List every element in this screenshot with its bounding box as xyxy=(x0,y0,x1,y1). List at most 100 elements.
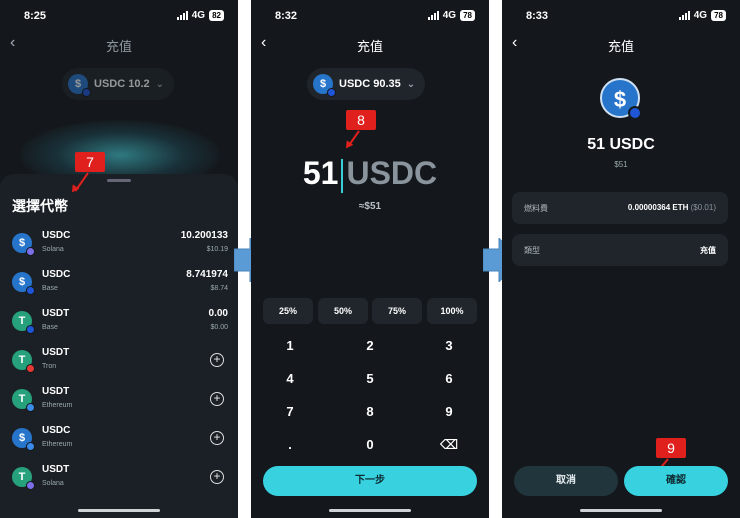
status-bar: 8:33 4G 78 xyxy=(502,8,740,24)
keypad-key-dot[interactable]: . xyxy=(260,437,320,452)
usdt-solana-icon: T xyxy=(12,467,35,490)
usdc-large-icon: $ xyxy=(600,78,642,120)
token-row[interactable]: T USDT Base 0.00 $0.00 xyxy=(12,306,228,340)
token-symbol: USDT xyxy=(42,386,70,397)
fee-label: 燃料費 xyxy=(524,204,548,213)
nav-bar: ‹ 充值 xyxy=(251,32,489,56)
add-token-icon[interactable]: + xyxy=(210,392,224,406)
token-balance: 8.741974 xyxy=(186,269,228,280)
token-network: Ethereum xyxy=(42,441,73,448)
keypad-key-6[interactable]: 6 xyxy=(419,371,479,386)
status-time: 8:33 xyxy=(526,10,549,22)
usdt-tron-icon: T xyxy=(12,350,35,373)
next-button[interactable]: 下一步 xyxy=(263,466,477,496)
keypad-key-5[interactable]: 5 xyxy=(340,371,400,386)
keypad-key-8[interactable]: 8 xyxy=(340,404,400,419)
token-row[interactable]: $ USDC Ethereum + xyxy=(12,423,228,457)
status-bar: 8:25 4G 82 xyxy=(0,8,238,24)
token-selector-pill[interactable]: $ USDC 10.2 ⌄ xyxy=(62,68,175,100)
token-selector-label: USDC 10.2 xyxy=(94,78,150,90)
percent-50-button[interactable]: 50% xyxy=(318,298,368,324)
tutorial-canvas: 8:25 4G 82 ‹ 充值 $ USDC 10.2 ⌄ 選擇代幣 $ USD… xyxy=(0,0,740,518)
token-row[interactable]: T USDT Ethereum + xyxy=(12,384,228,418)
confirm-fiat: $51 xyxy=(614,160,628,169)
type-label: 類型 xyxy=(524,246,540,255)
percent-75-button[interactable]: 75% xyxy=(372,298,422,324)
token-selector-label: USDC 90.35 xyxy=(339,78,401,90)
token-symbol: USDT xyxy=(42,308,70,319)
token-selector-pill[interactable]: $ USDC 90.35 ⌄ xyxy=(307,68,426,100)
keypad-key-4[interactable]: 4 xyxy=(260,371,320,386)
usdt-base-icon: T xyxy=(12,311,35,334)
percent-25-button[interactable]: 25% xyxy=(263,298,313,324)
text-cursor xyxy=(341,158,344,193)
token-symbol: USDC xyxy=(42,230,71,241)
backspace-icon[interactable]: ⌫ xyxy=(419,437,479,453)
chevron-down-icon: ⌄ xyxy=(155,78,165,90)
type-value: 充值 xyxy=(700,246,716,255)
usdc-coin-icon: $ xyxy=(313,74,336,97)
token-balance: 10.200133 xyxy=(180,230,228,241)
token-row[interactable]: T USDT Solana + xyxy=(12,462,228,496)
token-row[interactable]: T USDT Tron + xyxy=(12,345,228,379)
add-token-icon[interactable]: + xyxy=(210,431,224,445)
home-indicator xyxy=(580,509,662,512)
fiat-approx: ≈$51 xyxy=(358,201,382,212)
usdc-base-icon: $ xyxy=(12,272,35,295)
keypad-key-1[interactable]: 1 xyxy=(260,338,320,353)
token-network: Ethereum xyxy=(42,402,73,409)
token-row[interactable]: $ USDC Base 8.741974 $8.74 xyxy=(12,267,228,301)
step-marker: 7 xyxy=(75,152,105,172)
add-token-icon[interactable]: + xyxy=(210,353,224,367)
token-symbol: USDT xyxy=(42,347,70,358)
status-time: 8:32 xyxy=(275,10,298,22)
token-symbol: USDC xyxy=(42,425,71,436)
status-bar: 8:32 4G 78 xyxy=(251,8,489,24)
phone-screen-select-token: 8:25 4G 82 ‹ 充值 $ USDC 10.2 ⌄ 選擇代幣 $ USD… xyxy=(0,0,238,518)
token-row[interactable]: $ USDC Solana 10.200133 $10.19 xyxy=(12,228,228,262)
network-label: 4G xyxy=(191,10,206,21)
chevron-down-icon: ⌄ xyxy=(406,78,416,90)
token-fiat: $0.00 xyxy=(210,324,228,331)
nav-bar: ‹ 充值 xyxy=(0,32,238,56)
usdt-ethereum-icon: T xyxy=(12,389,35,412)
token-network: Solana xyxy=(42,480,64,487)
token-symbol: USDT xyxy=(42,464,70,475)
battery-icon: 82 xyxy=(209,10,224,21)
cancel-button[interactable]: 取消 xyxy=(514,466,618,496)
fee-row: 燃料費 0.00000364 ETH ($0.01) xyxy=(512,192,728,224)
signal-icon xyxy=(678,11,690,20)
add-token-icon[interactable]: + xyxy=(210,470,224,484)
keypad-key-3[interactable]: 3 xyxy=(419,338,479,353)
token-fiat: $8.74 xyxy=(210,285,228,292)
step-marker: 9 xyxy=(656,438,686,458)
confirm-button[interactable]: 確認 xyxy=(624,466,728,496)
network-label: 4G xyxy=(442,10,457,21)
keypad-key-2[interactable]: 2 xyxy=(340,338,400,353)
token-balance: 0.00 xyxy=(208,308,228,319)
signal-icon xyxy=(427,11,439,20)
token-picker-sheet: 選擇代幣 $ USDC Solana 10.200133 $10.19 $ US… xyxy=(0,174,238,518)
amount-value: 51 xyxy=(302,155,339,191)
sheet-drag-handle[interactable] xyxy=(107,179,131,182)
battery-icon: 78 xyxy=(711,10,726,21)
token-network: Solana xyxy=(42,246,64,253)
step-marker: 8 xyxy=(346,110,376,130)
percent-100-button[interactable]: 100% xyxy=(427,298,477,324)
token-network: Tron xyxy=(42,363,57,370)
status-time: 8:25 xyxy=(24,10,47,22)
type-row: 類型 充值 xyxy=(512,234,728,266)
keypad-key-0[interactable]: 0 xyxy=(340,437,400,452)
token-symbol: USDC xyxy=(42,269,71,280)
amount-display[interactable]: 51 USDC xyxy=(251,155,489,193)
page-title: 充值 xyxy=(607,39,634,54)
network-label: 4G xyxy=(693,10,708,21)
home-indicator xyxy=(78,509,160,512)
signal-icon xyxy=(176,11,188,20)
fee-value: 0.00000364 ETH xyxy=(627,203,689,212)
keypad-key-7[interactable]: 7 xyxy=(260,404,320,419)
phone-screen-confirm: 8:33 4G 78 ‹ 充值 $ 51 USDC $51 燃料費 0.0000… xyxy=(502,0,740,518)
page-title: 充值 xyxy=(356,39,383,54)
usdc-solana-icon: $ xyxy=(12,233,35,256)
keypad-key-9[interactable]: 9 xyxy=(419,404,479,419)
